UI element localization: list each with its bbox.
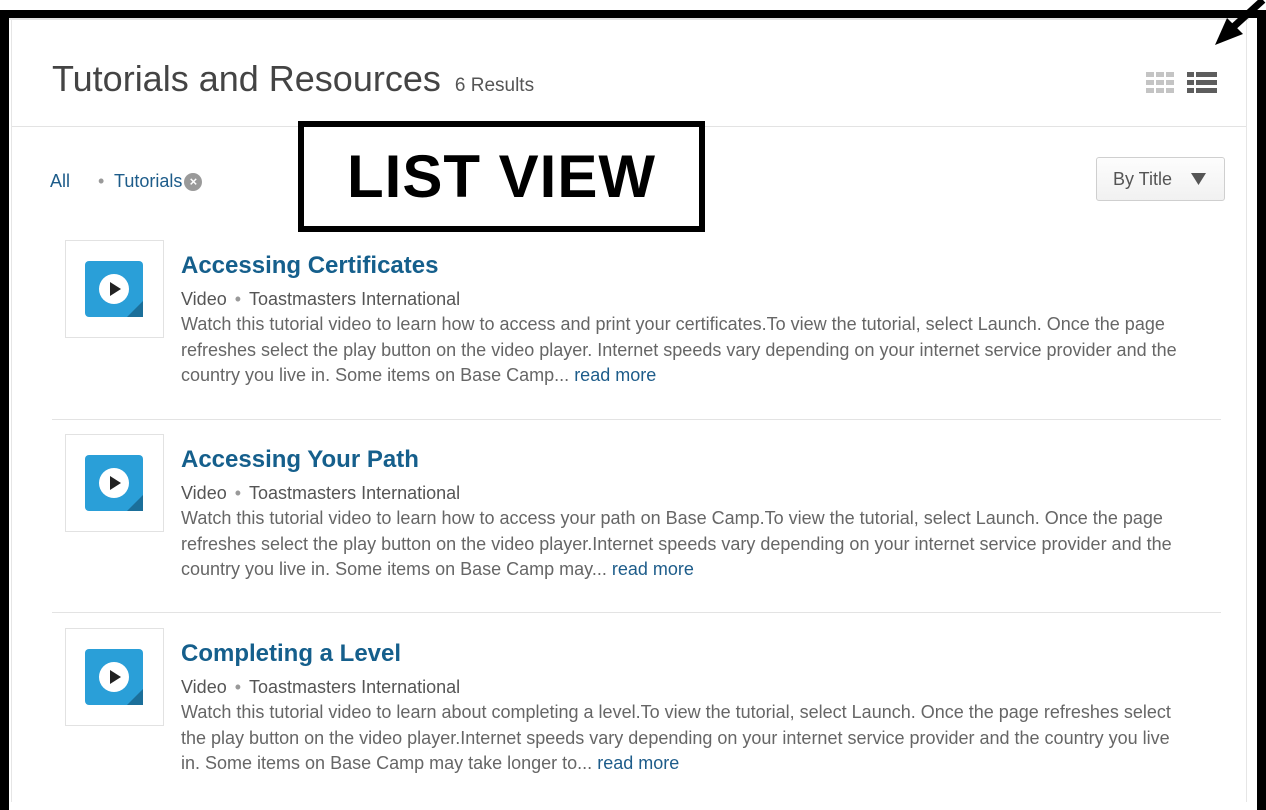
read-more-link[interactable]: read more	[597, 753, 679, 773]
item-description-text: Watch this tutorial video to learn how t…	[181, 314, 1177, 385]
remove-filter-icon[interactable]: ×	[184, 172, 203, 191]
caret-down-icon	[1191, 173, 1206, 185]
read-more-link[interactable]: read more	[574, 365, 656, 385]
item-divider	[52, 419, 1221, 420]
filter-tag-label: Tutorials	[114, 171, 183, 191]
item-provider: Toastmasters International	[249, 483, 461, 503]
filter-separator: •	[98, 171, 105, 191]
item-type: Video	[181, 483, 227, 503]
meta-separator: •	[234, 677, 242, 697]
list-view-annotation: LIST VIEW	[298, 121, 705, 232]
item-divider	[52, 612, 1221, 613]
item-description: Watch this tutorial video to learn how t…	[181, 506, 1191, 583]
meta-separator: •	[234, 483, 242, 503]
item-description: Watch this tutorial video to learn how t…	[181, 312, 1191, 389]
grid-view-icon[interactable]	[1146, 72, 1175, 93]
item-description: Watch this tutorial video to learn about…	[181, 700, 1191, 777]
panel-left-edge	[11, 18, 12, 802]
read-more-link[interactable]: read more	[612, 559, 694, 579]
list-view-icon[interactable]	[1187, 72, 1217, 93]
results-count: 6 Results	[454, 75, 535, 96]
filter-tag-tutorials[interactable]: Tutorials ×	[114, 171, 203, 192]
video-play-icon	[85, 455, 143, 511]
video-play-icon	[85, 649, 143, 705]
page-title: Tutorials and Resources 6 Results	[52, 58, 534, 100]
item-meta: Video • Toastmasters International	[181, 483, 460, 504]
item-provider: Toastmasters International	[249, 289, 461, 309]
item-title-link[interactable]: Completing a Level	[181, 640, 401, 668]
item-type: Video	[181, 289, 227, 309]
panel-top-edge	[9, 18, 1249, 20]
item-thumbnail[interactable]	[65, 628, 164, 726]
video-play-icon	[85, 261, 143, 317]
sort-label: By Title	[1113, 168, 1173, 189]
item-provider: Toastmasters International	[249, 677, 461, 697]
meta-separator: •	[234, 289, 242, 309]
item-meta: Video • Toastmasters International	[181, 677, 460, 698]
item-thumbnail[interactable]	[65, 240, 164, 338]
annotation-arrow-icon	[1215, 0, 1266, 45]
page-title-text: Tutorials and Resources	[52, 58, 441, 99]
item-type: Video	[181, 677, 227, 697]
item-title-link[interactable]: Accessing Your Path	[181, 446, 419, 474]
panel-right-edge	[1246, 18, 1247, 802]
sort-dropdown[interactable]: By Title	[1096, 157, 1225, 201]
item-meta: Video • Toastmasters International	[181, 289, 460, 310]
filter-all-link[interactable]: All	[50, 171, 70, 192]
item-title-link[interactable]: Accessing Certificates	[181, 252, 438, 280]
item-thumbnail[interactable]	[65, 434, 164, 532]
